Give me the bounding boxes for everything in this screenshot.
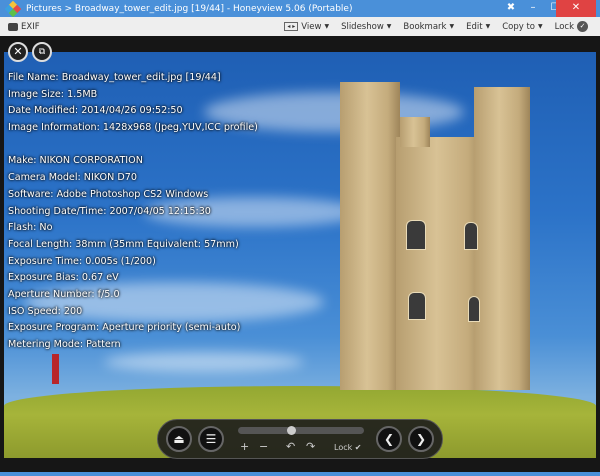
eject-button[interactable]: ⏏: [166, 426, 192, 452]
info-line: Exposure Program: Aperture priority (sem…: [8, 322, 241, 334]
info-line: Camera Model: NIKON D70: [8, 172, 137, 184]
slideshow-menu[interactable]: Slideshow ▼: [341, 22, 391, 32]
info-line: Image Information: 1428x968 (Jpeg,YUV,IC…: [8, 122, 258, 134]
exif-info-panel: File Name: Broadway_tower_edit.jpg [19/4…: [8, 70, 258, 354]
chevron-left-icon: ❮: [383, 432, 395, 446]
zoom-out-button[interactable]: −: [259, 440, 268, 453]
copy-info-button[interactable]: ⧉: [32, 42, 52, 62]
dropdown-icon: ▼: [386, 23, 392, 30]
control-bar: ⏏ ☰ + − ↶ ↷ Lock ✔ ❮ ❯: [157, 419, 443, 459]
slider-knob[interactable]: [286, 426, 296, 435]
close-button[interactable]: ✕: [556, 0, 596, 17]
toolbar: EXIF ◂ ▸ View ▼ Slideshow ▼ Bookmark ▼ Edit ▼…: [0, 17, 600, 36]
info-line: ISO Speed: 200: [8, 305, 83, 317]
info-line: Flash: No: [8, 222, 53, 234]
info-line: File Name: Broadway_tower_edit.jpg [19/4…: [8, 72, 221, 83]
lock-button[interactable]: Lock ✔: [334, 443, 362, 452]
info-line: Focal Length: 38mm (35mm Equivalent: 57m…: [8, 238, 239, 250]
exif-button[interactable]: EXIF: [8, 22, 40, 32]
view-menu[interactable]: ◂ ▸ View ▼: [284, 22, 329, 32]
x-icon: ✕: [13, 45, 23, 58]
image-viewer[interactable]: ✕ ⧉ File Name: Broadway_tower_edit.jpg […: [0, 36, 600, 476]
dropdown-icon: ▼: [324, 23, 330, 30]
dropdown-icon: ▼: [537, 23, 543, 30]
lock-toggle[interactable]: Lock ✓: [555, 21, 588, 32]
menu-button[interactable]: ☰: [198, 426, 224, 452]
menu-icon: ☰: [205, 432, 217, 446]
dropdown-icon: ▼: [485, 23, 491, 30]
chevron-right-icon: ❯: [415, 432, 427, 446]
previous-button[interactable]: ❮: [376, 426, 402, 452]
info-line: Software: Adobe Photoshop CS2 Windows: [8, 188, 209, 200]
info-line: Metering Mode: Pattern: [8, 339, 121, 350]
dropdown-icon: ▼: [449, 23, 455, 30]
info-line: Image Size: 1.5MB: [8, 88, 98, 100]
info-line: Aperture Number: f/5.0: [8, 288, 120, 300]
check-icon: ✓: [577, 21, 588, 32]
next-button[interactable]: ❯: [408, 426, 434, 452]
title-bar: Pictures > Broadway_tower_edit.jpg [19/4…: [0, 0, 600, 17]
info-line: [8, 137, 258, 154]
info-line: Shooting Date/Time: 2007/04/05 12:15:30: [8, 205, 211, 217]
window-title: Pictures > Broadway_tower_edit.jpg [19/4…: [26, 3, 353, 14]
info-line: Exposure Time: 0.005s (1/200): [8, 255, 156, 267]
check-icon: ✔: [354, 443, 362, 452]
minimize-button[interactable]: –: [522, 0, 544, 17]
info-line: Date Modified: 2014/04/26 09:52:50: [8, 105, 183, 117]
edit-menu[interactable]: Edit ▼: [466, 22, 490, 32]
pin-button[interactable]: ✖: [500, 0, 522, 17]
rotate-right-button[interactable]: ↷: [306, 440, 315, 453]
copy-icon: ⧉: [38, 47, 46, 57]
eject-icon: ⏏: [173, 432, 185, 446]
close-info-button[interactable]: ✕: [8, 42, 28, 62]
rotate-left-button[interactable]: ↶: [286, 440, 295, 453]
arrows-icon: ◂ ▸: [284, 22, 299, 31]
position-slider[interactable]: [238, 426, 364, 435]
copy-to-menu[interactable]: Copy to ▼: [502, 22, 542, 32]
zoom-in-button[interactable]: +: [240, 440, 249, 453]
camera-icon: [8, 22, 18, 31]
info-line: Exposure Bias: 0.67 eV: [8, 272, 119, 284]
info-line: Make: NIKON CORPORATION: [8, 155, 143, 167]
app-logo-icon: [4, 0, 22, 17]
bookmark-menu[interactable]: Bookmark ▼: [403, 22, 454, 32]
window-border: [0, 472, 600, 476]
